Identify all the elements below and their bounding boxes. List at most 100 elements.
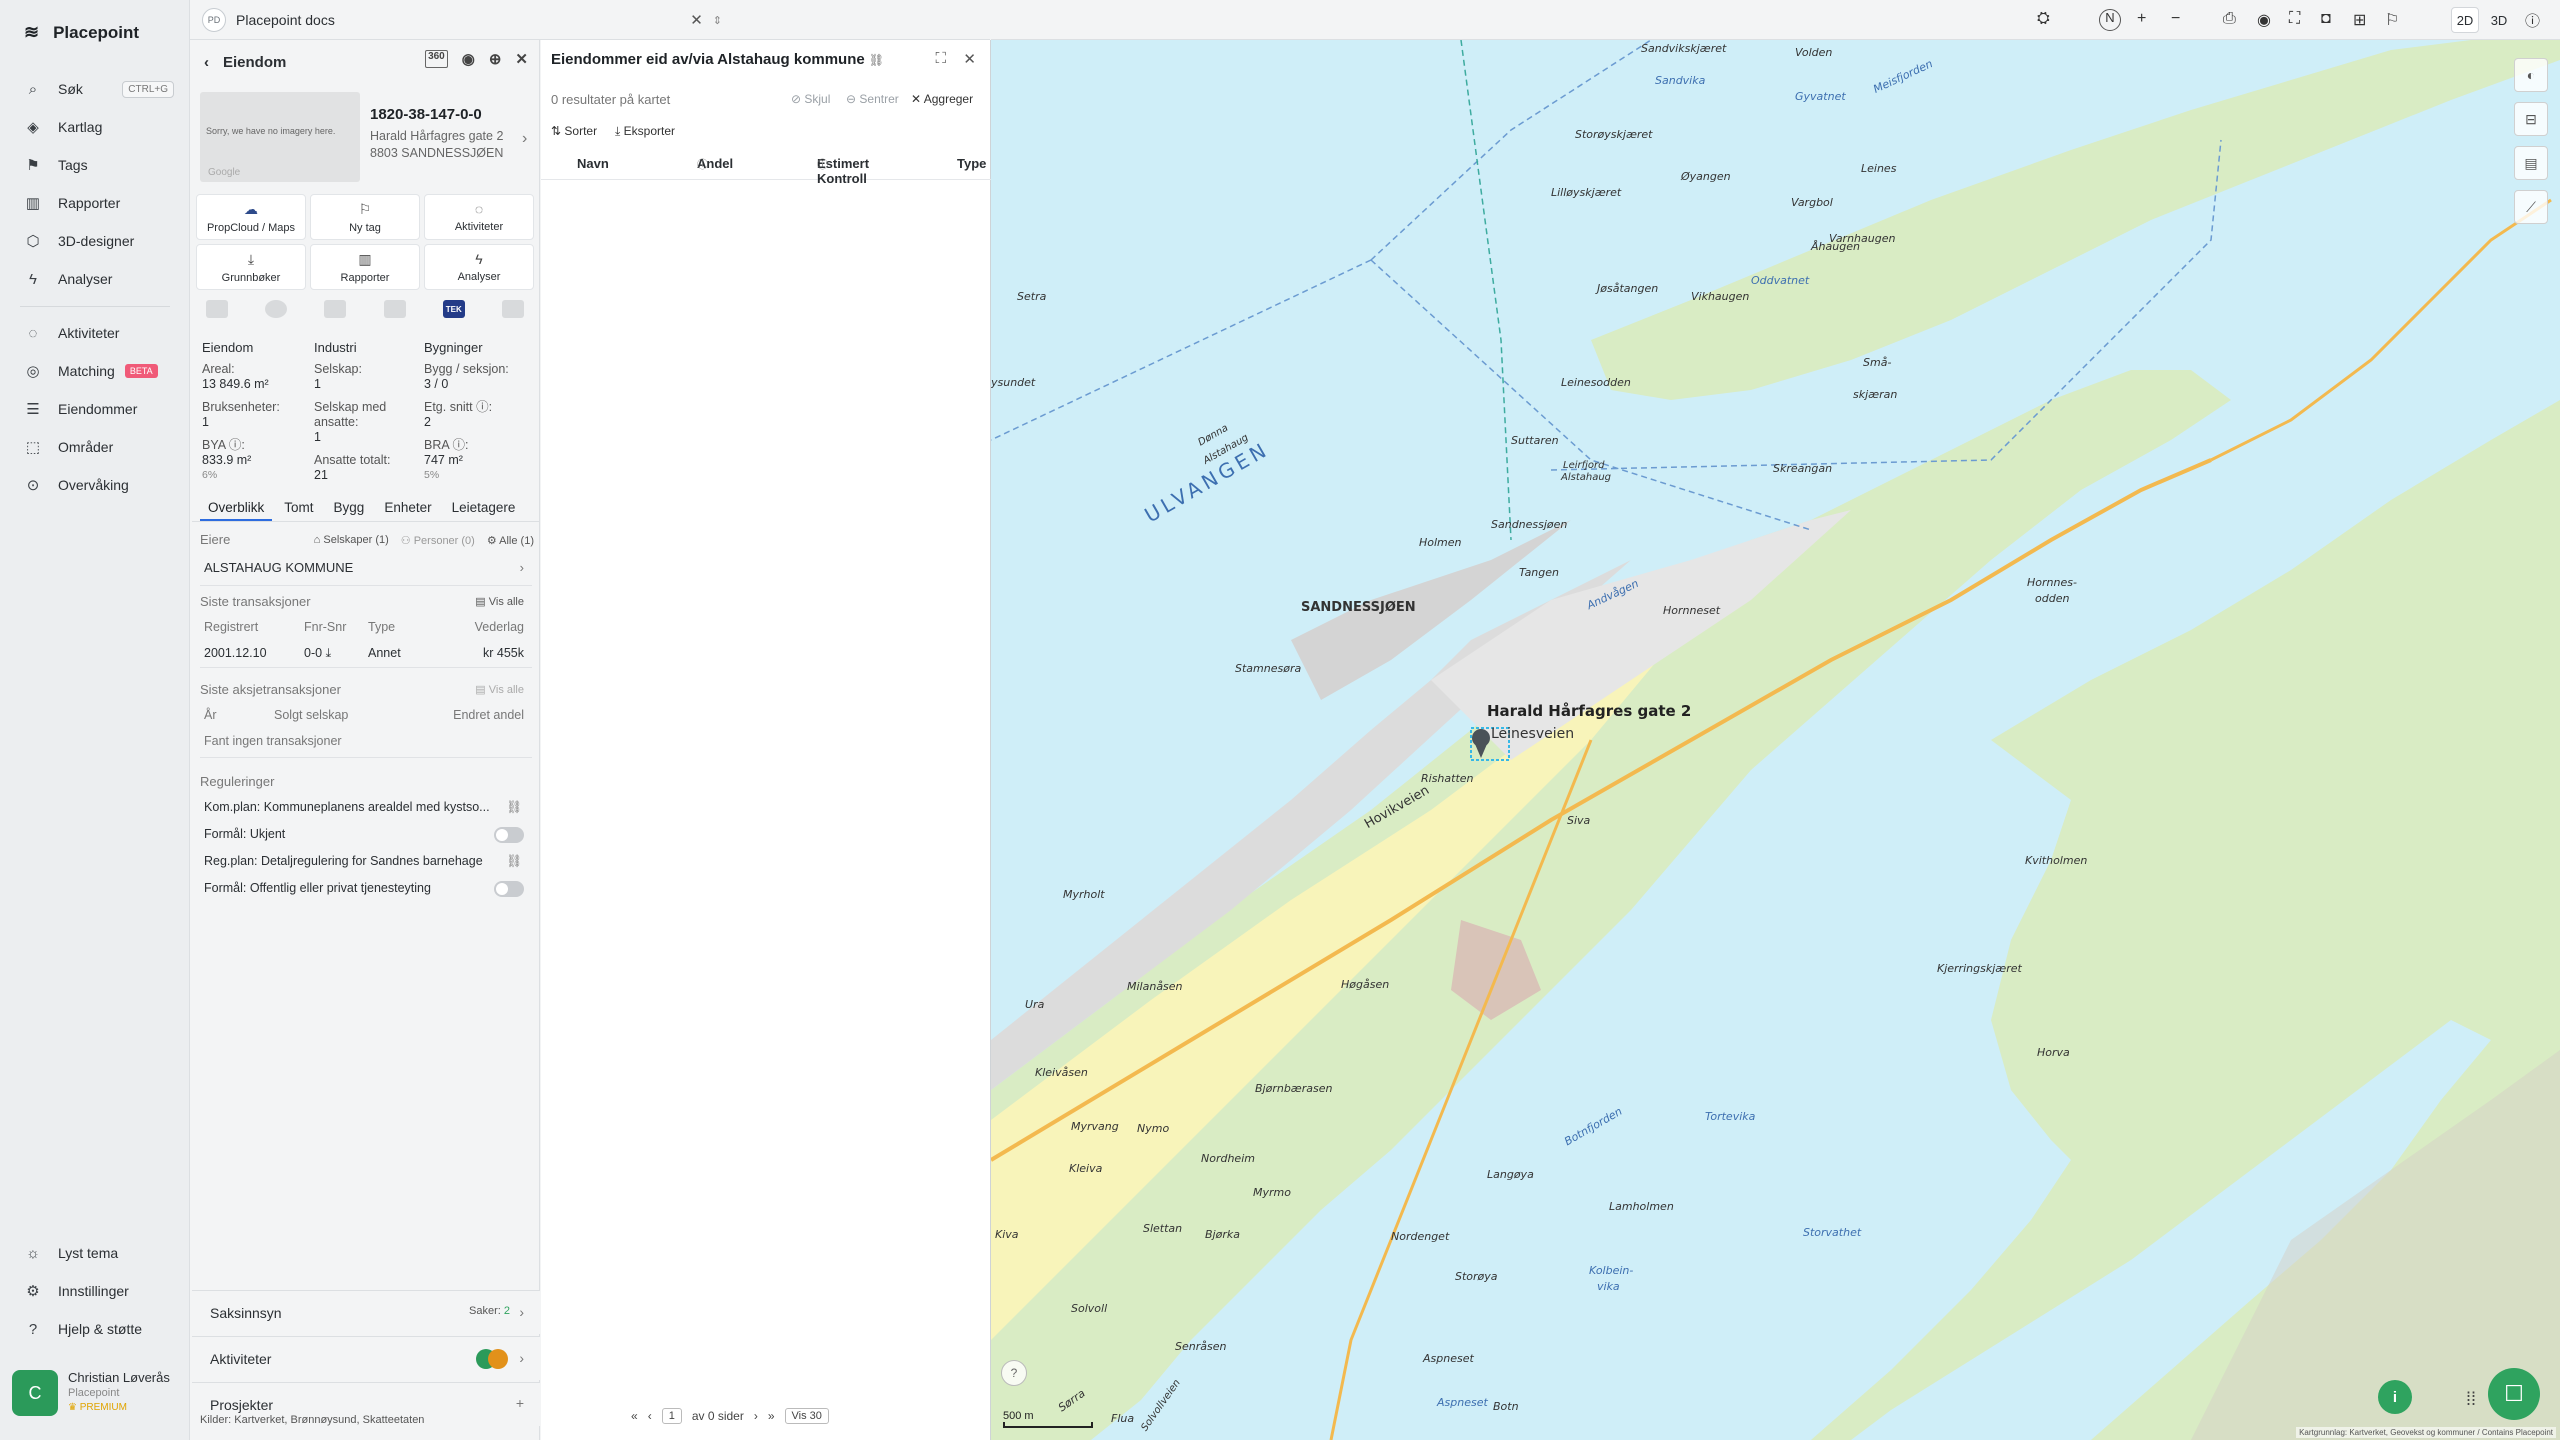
info-icon[interactable]: ⓘ [2525, 10, 2540, 31]
compass-icon[interactable]: N [2099, 9, 2121, 31]
tab-overblikk[interactable]: Overblikk [200, 496, 273, 521]
buildings-source-icon[interactable] [383, 300, 406, 318]
close-icon[interactable]: ✕ [515, 50, 528, 68]
next-page-icon[interactable]: › [754, 1409, 758, 1423]
add-icon[interactable]: ⊕ [489, 50, 502, 68]
app-logo[interactable]: ≋ Placepoint [24, 22, 139, 43]
info-button[interactable]: i [2378, 1380, 2412, 1414]
chevron-right-icon[interactable]: › [522, 130, 527, 148]
download-icon[interactable]: ⤓ [326, 646, 332, 660]
grid-icon[interactable]: ⊞ [2353, 10, 2366, 30]
nav-item-lyst-tema[interactable]: ☼ Lyst tema [24, 1242, 174, 1264]
link-icon[interactable]: ⛓ [506, 854, 522, 869]
nav-item-3d-designer[interactable]: ⬡ 3D-designer [24, 230, 174, 252]
filter-personer[interactable]: ⚇ Personer (0) [401, 534, 475, 547]
new-tag-button[interactable]: ⚐ Ny tag [310, 194, 420, 240]
reports-button[interactable]: ▥ Rapporter [310, 244, 420, 290]
prev-page-icon[interactable]: ‹ [648, 1409, 652, 1423]
streetview-icon[interactable]: 360 [425, 50, 448, 68]
nav-item-aktiviteter[interactable]: ◌ Aktiviteter [24, 322, 174, 344]
analyses-button[interactable]: ϟ Analyser [424, 244, 534, 290]
section-aktiviteter[interactable]: Aktiviteter › [192, 1336, 540, 1380]
factory-source-icon[interactable] [324, 300, 347, 318]
expand-icon[interactable]: ⛶ [935, 50, 946, 67]
nav-item-rapporter[interactable]: ▥ Rapporter [24, 192, 174, 214]
page-input[interactable]: 1 [661, 1408, 682, 1424]
tek-source-icon[interactable]: TEK [442, 300, 465, 318]
eye-icon[interactable]: ◉ [2257, 10, 2271, 30]
close-icon[interactable]: ✕ [690, 11, 703, 29]
filter-selskaper[interactable]: ⌂ Selskaper (1) [314, 534, 389, 547]
chart-icon[interactable]: ▤ [2514, 146, 2548, 180]
filter-alle[interactable]: ⚙ Alle (1) [487, 534, 534, 547]
link-icon[interactable]: ⛓ [869, 53, 884, 67]
label-smaskjaeret: Små- [1863, 356, 1892, 369]
nav-item-sok[interactable]: ⌕ Søk CTRL+G [24, 78, 174, 100]
map-help-button[interactable]: ? [1001, 1360, 1027, 1386]
chevron-right-icon: › [519, 1304, 524, 1320]
mode-2d-button[interactable]: 2D [2451, 7, 2479, 33]
plus-icon[interactable]: + [516, 1395, 524, 1411]
per-page-select[interactable]: Vis 30 [784, 1408, 829, 1424]
camera-icon[interactable]: ◘ [2321, 10, 2331, 28]
sort-button[interactable]: ⇅ Sorter [551, 124, 597, 138]
tab-bygg[interactable]: Bygg [326, 496, 373, 521]
tab-tomt[interactable]: Tomt [276, 496, 321, 521]
activities-button[interactable]: ◌ Aktiviteter [424, 194, 534, 240]
zoom-in-icon[interactable]: + [2137, 10, 2146, 28]
property-address[interactable]: Harald Hårfagres gate 2 8803 SANDNESSJØE… [370, 128, 503, 162]
formal-toggle[interactable] [494, 881, 524, 897]
nav-item-kartlag[interactable]: ◈ Kartlag [24, 116, 174, 138]
close-icon[interactable]: ✕ [963, 50, 976, 68]
back-icon[interactable]: ‹ [204, 54, 209, 71]
link-icon[interactable]: ⛓ [506, 800, 522, 815]
tab-leietagere[interactable]: Leietagere [444, 496, 524, 521]
print-icon[interactable]: ⎙ [2223, 10, 2236, 28]
map-view[interactable]: Harald Hårfagres gate 2 ULVANGEN SANDNES… [991, 40, 2560, 1440]
dots-grid-icon[interactable]: ⁞⁞ [2466, 1389, 2476, 1410]
globe-source-icon[interactable] [265, 300, 288, 318]
home-source-icon[interactable] [501, 300, 524, 318]
formal-toggle[interactable] [494, 827, 524, 843]
tab-enheter[interactable]: Enheter [376, 496, 439, 521]
measure-icon[interactable]: ⟋ [2514, 190, 2548, 224]
fullscreen-icon[interactable]: ⛶ [2289, 10, 2300, 28]
transaction-row[interactable]: 2001.12.10 0-0 ⤓ Annet kr 455k [200, 640, 532, 668]
mode-3d-button[interactable]: 3D [2485, 7, 2513, 33]
regulation-item[interactable]: Kom.plan: Kommuneplanens arealdel med ky… [200, 800, 532, 814]
chat-button[interactable]: ☐ [2488, 1368, 2540, 1420]
nav-item-eiendommer[interactable]: ☰ Eiendommer [24, 398, 174, 420]
export-button[interactable]: ⤓ Eksporter [615, 124, 675, 139]
hide-button[interactable]: ⊘ Skjul [791, 92, 830, 106]
last-page-icon[interactable]: » [768, 1409, 775, 1423]
layers-icon[interactable]: ⛭ [2037, 10, 2050, 28]
col-type[interactable]: Type [957, 156, 986, 171]
doc-tab[interactable]: PD Placepoint docs ✕ ⇕ [202, 6, 722, 34]
aggregate-button[interactable]: ✕ Aggreger [911, 92, 973, 106]
nav-item-matching[interactable]: ◎ Matching BETA [24, 360, 174, 382]
nav-item-innstillinger[interactable]: ⚙ Innstillinger [24, 1280, 174, 1302]
chevron-updown-icon[interactable]: ⇕ [713, 14, 722, 27]
ruler-icon[interactable]: ⊟ [2514, 102, 2548, 136]
globe-icon[interactable]: ◐ [2514, 58, 2548, 92]
nav-item-omrader[interactable]: ⬚ Områder [24, 436, 174, 458]
owner-row[interactable]: ALSTAHAUG KOMMUNE › [200, 560, 532, 586]
regulation-item[interactable]: Reg.plan: Detaljregulering for Sandnes b… [200, 854, 532, 868]
first-page-icon[interactable]: « [631, 1409, 638, 1423]
section-saksinnsyn[interactable]: Saksinnsyn Saker: 2 › [192, 1290, 540, 1334]
zoom-out-icon[interactable]: − [2171, 10, 2180, 28]
nav-item-tags[interactable]: ⚑ Tags [24, 154, 174, 176]
center-button[interactable]: ⊖ Sentrer [846, 92, 899, 106]
transactions-show-all[interactable]: ▤ Vis alle [200, 595, 532, 608]
grunnboker-button[interactable]: ⤓ Grunnbøker [196, 244, 306, 290]
eye-icon[interactable]: ◉ [462, 50, 475, 68]
col-navn[interactable]: Navn [577, 156, 609, 171]
user-profile[interactable]: C Christian Løverås Placepoint ♛ PREMIUM [12, 1370, 170, 1416]
nav-item-hjelp[interactable]: ? Hjelp & støtte [24, 1318, 174, 1340]
bookmark-icon[interactable]: ⚐ [2385, 10, 2399, 30]
propcloud-button[interactable]: ☁ PropCloud / Maps [196, 194, 306, 240]
grid-source-icon[interactable] [206, 300, 228, 318]
nav-item-analyser[interactable]: ϟ Analyser [24, 268, 174, 290]
nav-item-overvaking[interactable]: ⊙ Overvåking [24, 474, 174, 496]
label-odden: odden [2035, 592, 2070, 605]
